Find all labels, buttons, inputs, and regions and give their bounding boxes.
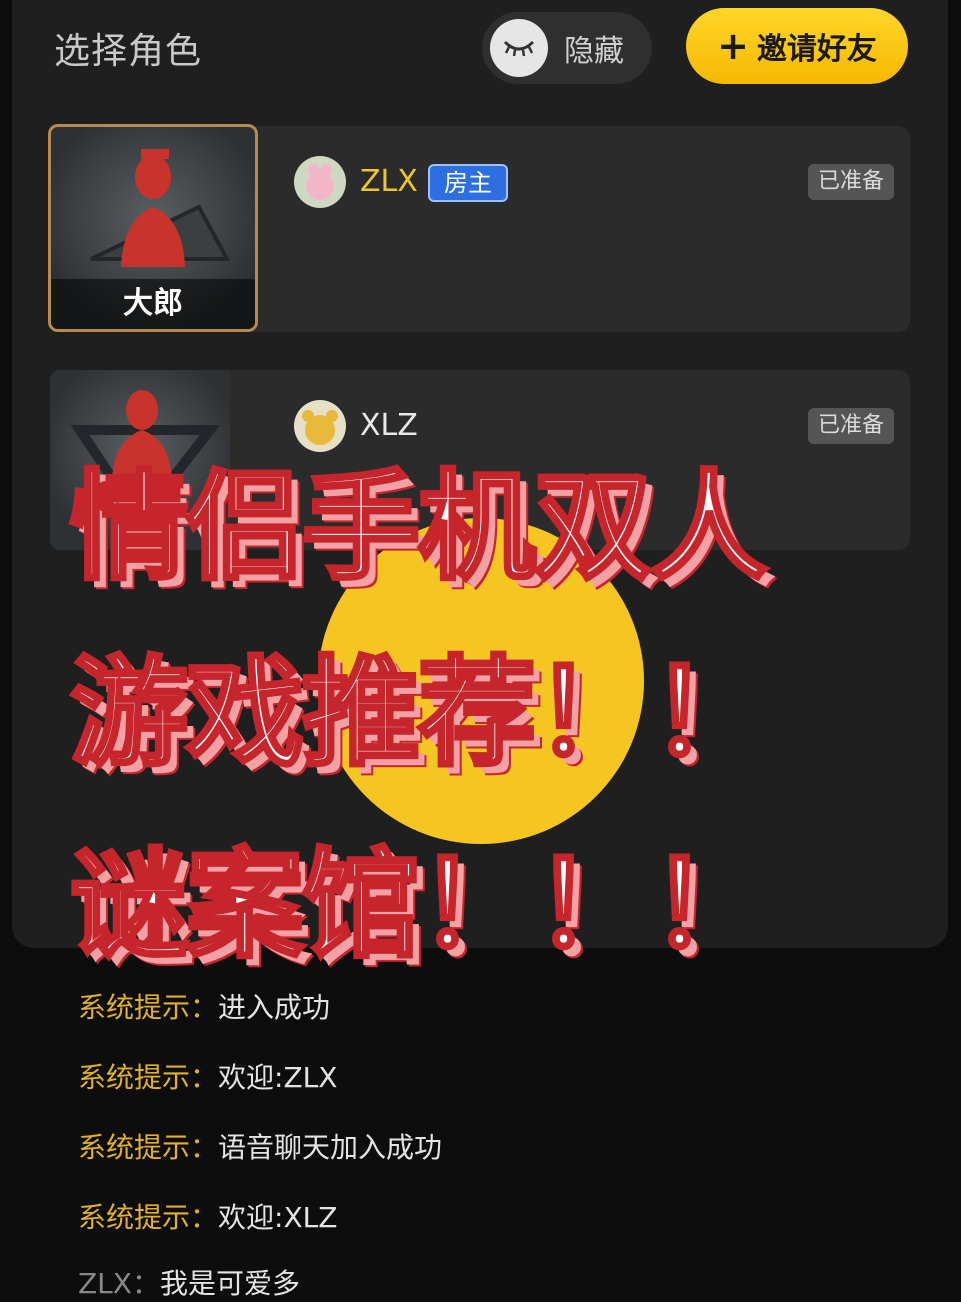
role-name: 大郎 [51,279,255,329]
host-badge: 房主 [428,164,508,202]
chat-message: 系统提示：语音聊天加入成功 [78,1126,442,1166]
chat-text: 欢迎:ZLX [218,1061,338,1094]
hide-toggle-button[interactable]: 隐藏 [482,12,652,84]
invite-label: 邀请好友 [756,32,877,67]
plus-icon: + [717,24,749,68]
chat-sender: 系统提示： [78,991,219,1024]
page-title: 选择角色 [54,31,203,72]
avatar [294,156,346,208]
chat-message: 系统提示：欢迎:ZLX [78,1056,337,1096]
chat-text: 语音聊天加入成功 [218,1131,443,1164]
chat-message: ZLX：我是可爱多 [78,1262,300,1302]
role-portrait[interactable]: 大郎 [48,124,258,332]
chat-message: 系统提示：欢迎:XLZ [78,1196,337,1236]
role-silhouette-icon [90,149,231,267]
chat-sender: 系统提示： [78,1201,219,1234]
chat-text: 我是可爱多 [159,1267,300,1300]
player-name: XLZ [360,408,418,443]
chat-text: 进入成功 [218,991,331,1024]
overlay-title-line-1: 情侣手机双人 [68,458,770,596]
invite-friends-button[interactable]: + 邀请好友 [686,8,908,84]
chat-text: 欢迎:XLZ [218,1201,338,1234]
chat-sender: 系统提示： [78,1131,219,1164]
player-name: ZLX [360,164,418,199]
avatar [294,400,346,452]
overlay-title-line-2: 游戏推荐！！ [68,644,770,782]
status-badge: 已准备 [808,408,894,444]
player-slot-1[interactable]: 大郎 ZLX 房主 已准备 [48,124,910,332]
status-badge: 已准备 [808,164,894,200]
overlay-title-line-3: 谜案馆！！！ [68,836,770,974]
chat-message: 系统提示：进入成功 [78,986,330,1026]
hide-label: 隐藏 [564,34,624,69]
chat-sender: 系统提示： [78,1061,219,1094]
closed-eye-icon [490,19,548,77]
chat-sender: ZLX： [78,1267,160,1300]
